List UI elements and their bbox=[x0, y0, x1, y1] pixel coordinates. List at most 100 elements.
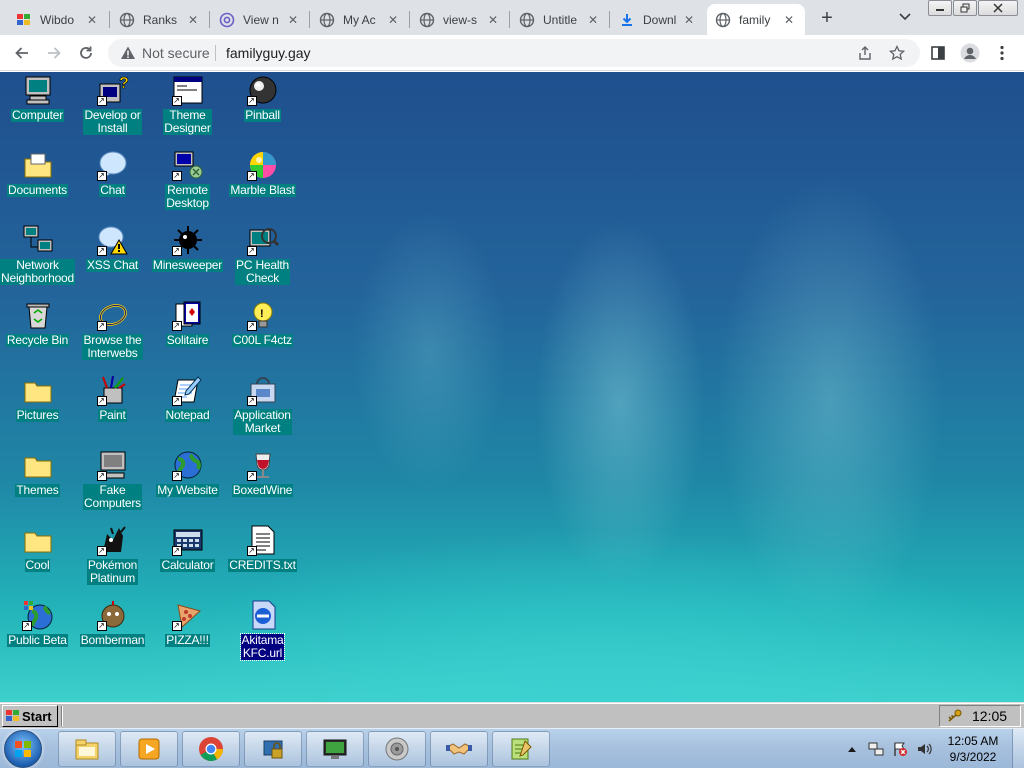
media-player-icon[interactable] bbox=[120, 731, 178, 767]
pc-health-check-icon: ↗ bbox=[246, 224, 279, 256]
desktop-icon-solitaire[interactable]: ↗ Solitaire bbox=[150, 297, 225, 372]
desktop-icon-public-beta[interactable]: ↗ Public Beta bbox=[0, 597, 75, 672]
retro-taskbar: Start 12:05 bbox=[0, 702, 1024, 728]
close-icon[interactable]: ✕ bbox=[585, 12, 601, 28]
pinball-icon: ↗ bbox=[246, 74, 279, 106]
desktop-icon-documents-folder[interactable]: Documents bbox=[0, 147, 75, 222]
desktop-icon-internet-shortcut[interactable]: Akitama KFC.url bbox=[225, 597, 300, 672]
desktop-icon-fake-computers[interactable]: ↗ Fake Computers bbox=[75, 447, 150, 522]
reload-button[interactable] bbox=[74, 41, 98, 65]
close-icon[interactable]: ✕ bbox=[385, 12, 401, 28]
desktop-icon-bomberman[interactable]: ↗ Bomberman bbox=[75, 597, 150, 672]
side-panel-button[interactable] bbox=[926, 41, 950, 65]
desktop-icon-pinball[interactable]: ↗ Pinball bbox=[225, 72, 300, 147]
bookmark-star-icon[interactable] bbox=[888, 44, 906, 62]
start-label: Start bbox=[22, 708, 52, 724]
close-icon[interactable]: ✕ bbox=[185, 12, 201, 28]
desktop-icon-network-neighborhood[interactable]: Network Neighborhood bbox=[0, 222, 75, 297]
tab-downloads[interactable]: Downl ✕ bbox=[611, 4, 705, 35]
notepad-plus-icon[interactable] bbox=[492, 731, 550, 767]
shortcut-arrow-icon: ↗ bbox=[246, 546, 257, 556]
share-icon[interactable] bbox=[856, 44, 874, 62]
desktop-icon-application-market[interactable]: ↗ Application Market bbox=[225, 372, 300, 447]
desktop-icon-develop-install[interactable]: ? ↗ Develop or Install bbox=[75, 72, 150, 147]
back-button[interactable] bbox=[10, 41, 34, 65]
desktop-icon-theme-designer[interactable]: ↗ Theme Designer bbox=[150, 72, 225, 147]
tab-title: View n bbox=[243, 12, 279, 27]
desktop-icon-pizza[interactable]: ↗ PIZZA!!! bbox=[150, 597, 225, 672]
address-bar[interactable]: Not secure familyguy.gay bbox=[108, 39, 920, 67]
desktop-icon-label: Theme Designer bbox=[163, 108, 212, 135]
windows-start-orb[interactable] bbox=[4, 730, 42, 768]
system-clock[interactable]: 12:05 AM 9/3/2022 bbox=[942, 733, 1004, 765]
tab-my-account[interactable]: My Ac ✕ bbox=[311, 4, 409, 35]
desktop-icon-browse-interwebs[interactable]: ↗ Browse the Interwebs bbox=[75, 297, 150, 372]
tab-familyguy-active[interactable]: family ✕ bbox=[707, 4, 805, 35]
tab-view-source[interactable]: view-s ✕ bbox=[411, 4, 509, 35]
key-icon[interactable] bbox=[946, 709, 962, 723]
desktop-icon-chat[interactable]: ↗ Chat bbox=[75, 147, 150, 222]
desktop-icon-label: Marble Blast bbox=[229, 183, 296, 197]
restore-button[interactable] bbox=[953, 0, 977, 16]
start-button[interactable]: Start bbox=[2, 705, 58, 727]
desktop[interactable]: Computer? ↗ Develop or Install ↗ Theme Desig… bbox=[0, 72, 1024, 702]
desktop-icon-xss-chat[interactable]: ↗ XSS Chat bbox=[75, 222, 150, 297]
tab-search-chevron-icon[interactable] bbox=[895, 8, 915, 26]
security-lock-icon[interactable] bbox=[244, 731, 302, 767]
menu-kebab-icon[interactable] bbox=[990, 41, 1014, 65]
desktop-icon-label: My Website bbox=[156, 483, 219, 497]
security-label: Not secure bbox=[142, 45, 210, 61]
desktop-icon-paint[interactable]: ↗ Paint bbox=[75, 372, 150, 447]
fake-computers-icon: ↗ bbox=[96, 449, 129, 481]
desktop-icon-label: Solitaire bbox=[165, 333, 210, 347]
close-icon[interactable]: ✕ bbox=[285, 12, 301, 28]
security-indicator[interactable]: Not secure bbox=[120, 45, 210, 61]
desktop-icon-remote-desktop[interactable]: ↗ Remote Desktop bbox=[150, 147, 225, 222]
file-explorer-icon[interactable] bbox=[58, 731, 116, 767]
show-desktop-button[interactable] bbox=[1012, 729, 1024, 768]
desktop-icon-recycle-bin[interactable]: Recycle Bin bbox=[0, 297, 75, 372]
profile-avatar-icon[interactable] bbox=[958, 41, 982, 65]
desktop-icon-calculator[interactable]: ↗ Calculator bbox=[150, 522, 225, 597]
tab-wibdo[interactable]: Wibdo ✕ bbox=[8, 4, 108, 35]
desktop-icon-my-website[interactable]: ↗ My Website bbox=[150, 447, 225, 522]
minimize-button[interactable] bbox=[928, 0, 952, 16]
close-icon[interactable]: ✕ bbox=[84, 12, 100, 28]
monitor-app-icon[interactable] bbox=[306, 731, 364, 767]
clock-time: 12:05 AM bbox=[947, 734, 999, 748]
forward-button[interactable] bbox=[42, 41, 66, 65]
desktop-icon-minesweeper[interactable]: ↗ Minesweeper bbox=[150, 222, 225, 297]
close-window-button[interactable] bbox=[978, 0, 1018, 16]
desktop-icon-label: Recycle Bin bbox=[5, 333, 70, 347]
desktop-icon-cool-facts[interactable]: ! ↗ C00L F4ctz bbox=[225, 297, 300, 372]
show-hidden-icons-icon[interactable] bbox=[844, 741, 860, 757]
desktop-icon-pc-health-check[interactable]: ↗ PC Health Check bbox=[225, 222, 300, 297]
chrome-icon[interactable] bbox=[182, 731, 240, 767]
desktop-icon-themes-folder[interactable]: Themes bbox=[0, 447, 75, 522]
desktop-icon-label: Notepad bbox=[164, 408, 211, 422]
desktop-icon-notepad[interactable]: ↗ Notepad bbox=[150, 372, 225, 447]
desktop-icon-marble-blast[interactable]: ↗ Marble Blast bbox=[225, 147, 300, 222]
speaker-app-icon[interactable] bbox=[368, 731, 426, 767]
desktop-icon-text-file[interactable]: ↗ CREDITS.txt bbox=[225, 522, 300, 597]
volume-icon[interactable] bbox=[916, 741, 932, 757]
notification-area bbox=[840, 729, 936, 768]
desktop-icon-boxedwine[interactable]: ↗ BoxedWine bbox=[225, 447, 300, 522]
desktop-icon-pokemon-platinum[interactable]: ↗ Pokémon Platinum bbox=[75, 522, 150, 597]
desktop-icon-cool-folder[interactable]: Cool bbox=[0, 522, 75, 597]
handshake-icon[interactable] bbox=[430, 731, 488, 767]
new-tab-button[interactable]: + bbox=[815, 6, 839, 30]
tab-untitled[interactable]: Untitle ✕ bbox=[511, 4, 609, 35]
desktop-icon-pictures-folder[interactable]: Pictures bbox=[0, 372, 75, 447]
tab-view[interactable]: View n ✕ bbox=[211, 4, 309, 35]
boxedwine-icon: ↗ bbox=[246, 449, 279, 481]
close-icon[interactable]: ✕ bbox=[485, 12, 501, 28]
network-icon[interactable] bbox=[868, 741, 884, 757]
close-icon[interactable]: ✕ bbox=[681, 12, 697, 28]
browse-interwebs-icon: ↗ bbox=[96, 299, 129, 331]
url-text[interactable]: familyguy.gay bbox=[226, 45, 311, 61]
action-center-flag-icon[interactable] bbox=[892, 741, 908, 757]
close-icon[interactable]: ✕ bbox=[781, 12, 797, 28]
desktop-icon-computer[interactable]: Computer bbox=[0, 72, 75, 147]
tab-ranks[interactable]: Ranks ✕ bbox=[111, 4, 209, 35]
